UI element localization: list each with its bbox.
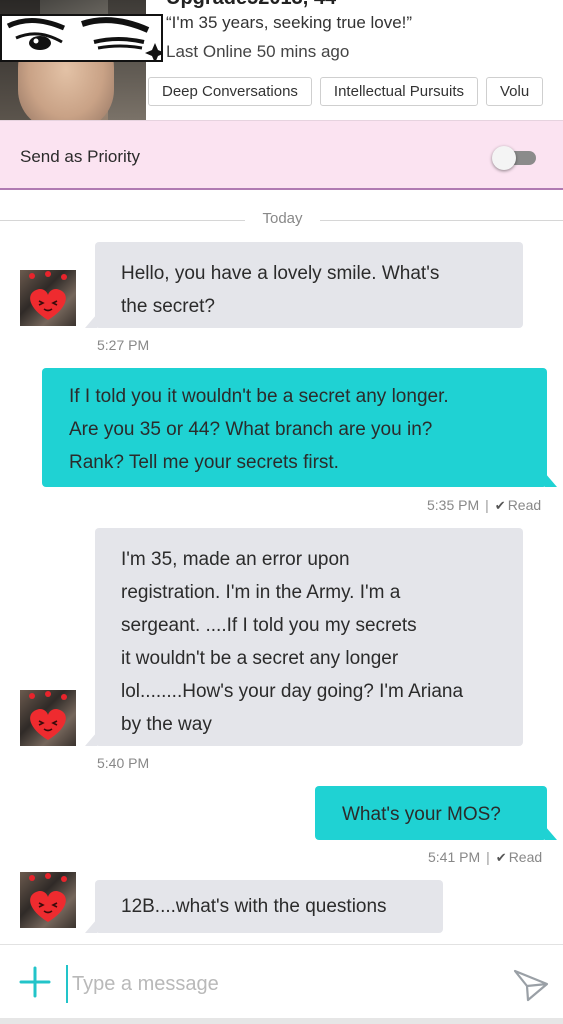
status-separator: | bbox=[486, 849, 490, 865]
message-bubble-incoming[interactable]: Hello, you have a lovely smile. What's t… bbox=[85, 242, 523, 328]
message-bubble-outgoing[interactable]: If I told you it wouldn't be a secret an… bbox=[42, 368, 557, 487]
priority-toggle[interactable] bbox=[492, 146, 536, 170]
sender-avatar[interactable] bbox=[20, 270, 76, 326]
profile-name[interactable]: Upgrade52013, 44 bbox=[166, 0, 336, 10]
message-line: the secret? bbox=[121, 296, 215, 317]
divider-line bbox=[0, 220, 245, 221]
message-line: registration. I'm in the Army. I'm a bbox=[121, 582, 401, 603]
interest-tag[interactable]: Volu bbox=[486, 77, 544, 106]
message-time: 5:27 PM bbox=[97, 337, 150, 353]
message-line: If I told you it wouldn't be a secret an… bbox=[69, 386, 449, 407]
check-icon: ✔ bbox=[495, 850, 507, 865]
read-status: Read bbox=[507, 497, 542, 513]
system-nav-strip bbox=[0, 1018, 563, 1024]
interest-tag[interactable]: Deep Conversations bbox=[148, 77, 312, 106]
date-label: Today bbox=[262, 210, 303, 227]
message-bubble-outgoing[interactable]: What's your MOS? bbox=[315, 786, 557, 840]
last-online-status: Last Online 50 mins ago bbox=[166, 42, 350, 61]
message-line: Are you 35 or 44? What branch are you in… bbox=[69, 419, 433, 440]
plus-icon[interactable] bbox=[18, 965, 52, 999]
toggle-knob bbox=[492, 146, 516, 170]
message-line: 12B....what's with the questions bbox=[121, 896, 387, 917]
chat-thread[interactable]: Today Hello, you have a lovely smile. Wh… bbox=[0, 192, 563, 944]
read-status: Read bbox=[508, 849, 543, 865]
date-divider: Today bbox=[0, 210, 563, 230]
message-status: 5:41 PM | ✔ Read bbox=[428, 849, 542, 866]
message-line: by the way bbox=[121, 714, 212, 735]
message-line: Hello, you have a lovely smile. What's bbox=[121, 263, 440, 284]
interest-tags: Deep Conversations Intellectual Pursuits V… bbox=[148, 77, 563, 106]
sender-avatar[interactable] bbox=[20, 690, 76, 746]
message-composer bbox=[0, 944, 563, 1024]
priority-label: Send as Priority bbox=[20, 147, 140, 166]
divider-line bbox=[320, 220, 563, 221]
message-line: What's your MOS? bbox=[342, 804, 501, 825]
message-bubble-incoming[interactable]: I'm 35, made an error upon registration.… bbox=[85, 528, 523, 746]
message-line: I'm 35, made an error upon bbox=[121, 549, 350, 570]
eyes-sticker-icon bbox=[0, 14, 163, 62]
message-input[interactable] bbox=[66, 965, 486, 1003]
send-icon[interactable] bbox=[512, 967, 550, 1003]
priority-bar: Send as Priority bbox=[0, 120, 563, 190]
check-icon: ✔ bbox=[494, 498, 506, 513]
message-line: it wouldn't be a secret any longer bbox=[121, 648, 399, 669]
message-line: Rank? Tell me your secrets first. bbox=[69, 452, 339, 473]
message-line: sergeant. ....If I told you my secrets bbox=[121, 615, 417, 636]
sender-avatar[interactable] bbox=[20, 872, 76, 928]
profile-header: Upgrade52013, 44 “I'm 35 years, seeking … bbox=[0, 0, 563, 120]
profile-tagline: “I'm 35 years, seeking true love!” bbox=[166, 13, 413, 32]
message-bubble-incoming[interactable]: 12B....what's with the questions bbox=[85, 880, 443, 933]
message-time: 5:40 PM bbox=[97, 755, 150, 771]
message-time: 5:41 PM bbox=[428, 849, 481, 865]
interest-tag[interactable]: Intellectual Pursuits bbox=[319, 77, 478, 106]
message-status: 5:35 PM | ✔ Read bbox=[427, 497, 541, 514]
message-time: 5:35 PM bbox=[427, 497, 480, 513]
status-separator: | bbox=[485, 497, 489, 513]
message-line: lol........How's your day going? I'm Ari… bbox=[121, 681, 464, 702]
